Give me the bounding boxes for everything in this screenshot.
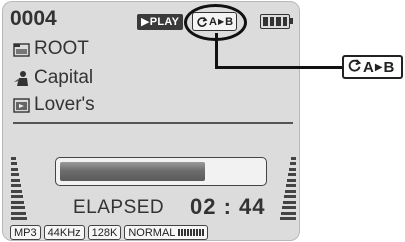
bitrate-badge: 128K [87,225,122,240]
artist-row: Capital [13,67,93,89]
eq-bar [11,173,19,176]
repeat-icon [347,58,362,77]
divider [13,122,293,124]
eq-bar [11,162,17,165]
eq-bar [11,184,21,187]
status-bar: MP3 44KHz 128K NORMAL [10,225,209,240]
elapsed-time: 02 : 44 [190,194,266,219]
elapsed-label: ELAPSED [73,197,165,218]
eq-bar [11,211,26,215]
eq-bar [291,156,296,160]
eq-bar [284,195,296,198]
eq-mode-badge: NORMAL [124,225,209,240]
playback-progress-bar [55,157,267,186]
sample-rate-badge: 44KHz [43,225,85,240]
eq-bar [283,200,296,204]
callout-leader-horizontal [217,66,342,69]
format-badge: MP3 [10,225,41,240]
folder-row: ROOT [13,38,89,60]
eq-bar [11,200,24,204]
eq-bar [290,162,296,165]
folder-icon [13,41,30,58]
title-icon [13,97,30,114]
folder-name: ROOT [34,38,89,59]
title-row: Lover's [13,94,95,116]
eq-bar [11,156,16,160]
callout-arrow: ▶ [374,61,383,73]
track-number: 0004 [10,7,57,30]
eq-bar [288,173,296,176]
eq-meter-left [11,150,27,220]
callout-b: B [383,58,395,76]
eq-bar [287,178,296,182]
player-lcd-screen: 0004 ▶PLAY A ▶ B ROOT Capital Lover's EL… [2,1,300,241]
eq-mode-label: NORMAL [128,226,176,239]
eq-bar [11,167,18,171]
progress-fill [60,162,206,181]
battery-icon [260,14,293,29]
volume-level-icon [178,229,205,236]
eq-bar [11,206,25,209]
song-title: Lover's [34,94,95,115]
play-mode-badge: ▶PLAY [137,14,184,30]
eq-bar [11,217,27,220]
eq-bar [280,217,296,220]
eq-bar [285,189,296,193]
artist-icon [13,70,30,87]
eq-bar [289,167,296,171]
ab-repeat-callout: A ▶ B [342,55,403,79]
callout-a: A [363,58,374,76]
eq-bar [11,195,23,198]
artist-name: Capital [34,67,94,88]
eq-bar [282,206,296,209]
eq-bar [11,189,22,193]
eq-bar [286,184,296,187]
callout-leader-vertical [215,33,218,69]
eq-meter-right [280,150,296,220]
eq-bar [281,211,296,215]
eq-bar [11,178,20,182]
